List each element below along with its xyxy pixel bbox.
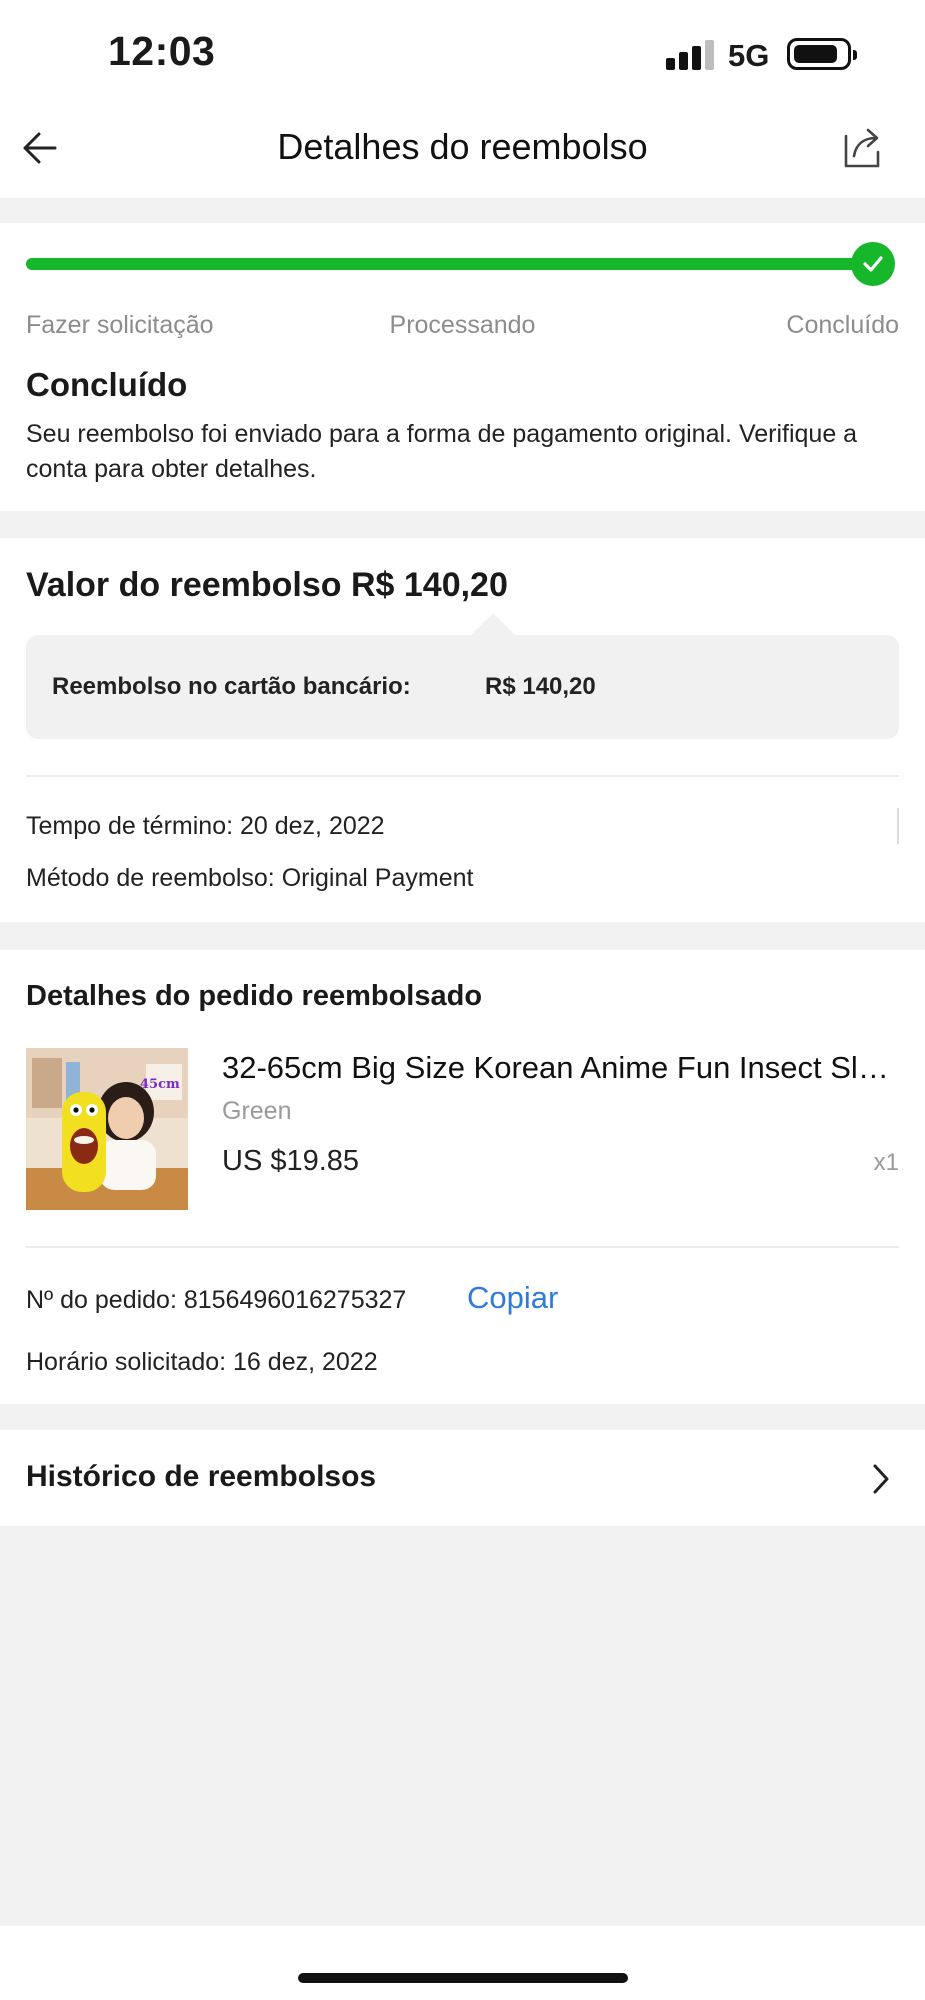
copy-order-number-button[interactable]: Copiar [467,1280,558,1316]
divider [26,775,899,777]
network-type: 5G [728,38,770,73]
progress-fill [26,258,874,270]
signal-icon [666,38,716,70]
product-price: US $19.85 [222,1145,360,1177]
progress-track [26,258,874,270]
share-button[interactable] [836,122,888,174]
status-bar: 12:03 5G [0,0,925,100]
battery-icon [787,38,857,70]
product-image-badge: 45cm [140,1077,180,1092]
completion-time: Tempo de término: 20 dez, 2022 [26,812,385,840]
refund-status-title: Concluído [26,366,188,403]
refund-history-row[interactable]: Histórico de reembolsos [0,1430,925,1526]
requested-time: Horário solicitado: 16 dez, 2022 [26,1348,378,1376]
bottom-safe-area [0,1926,925,2000]
product-variant: Green [222,1097,292,1125]
scroll-indicator [897,808,899,844]
refund-history-label: Histórico de reembolsos [26,1460,377,1493]
status-time: 12:03 [108,28,216,74]
page-title: Detalhes do reembolso [277,126,648,167]
refund-amount-card: Valor do reembolso R$ 140,20 Reembolso n… [0,538,925,922]
divider [26,1246,899,1248]
share-icon [844,128,880,168]
product-image[interactable]: 45cm [26,1048,188,1210]
refund-status-description: Seu reembolso foi enviado para a forma d… [26,420,858,483]
refund-method: Método de reembolso: Original Payment [26,864,474,892]
order-details-card: Detalhes do pedido reembolsado 45cm 32-6… [0,950,925,1404]
order-details-title: Detalhes do pedido reembolsado [26,980,483,1012]
header: Detalhes do reembolso [0,100,925,198]
order-number: Nº do pedido: 8156496016275327 [26,1286,407,1314]
home-indicator[interactable] [298,1973,628,1983]
product-title[interactable]: 32-65cm Big Size Korean Anime Fun Insect… [222,1050,902,1086]
refund-amount-title: Valor do reembolso R$ 140,20 [26,566,508,604]
step-completed: Concluído [786,311,899,339]
product-quantity: x1 [873,1149,899,1176]
refund-progress-card: Fazer solicitação Processando Concluído … [0,223,925,511]
refund-breakdown: Reembolso no cartão bancário: R$ 140,20 [26,613,899,739]
check-icon [851,242,895,286]
refund-method-amount: R$ 140,20 [485,673,596,700]
chevron-right-icon [862,1460,900,1498]
refund-method-label: Reembolso no cartão bancário: [52,673,411,700]
